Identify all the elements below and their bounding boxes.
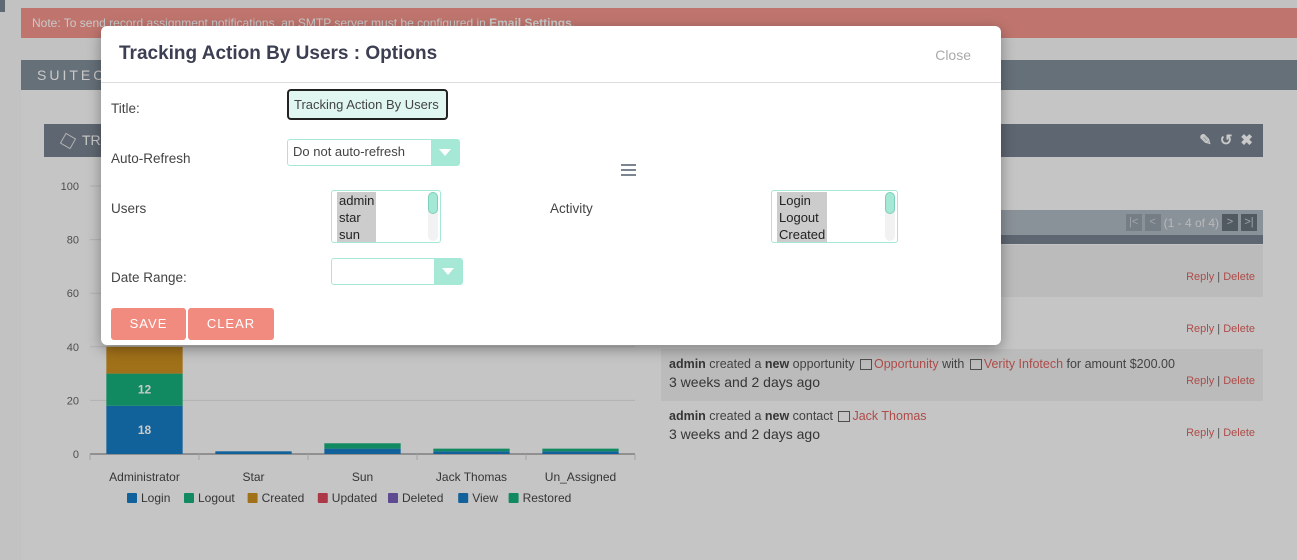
- user-option[interactable]: star: [339, 209, 374, 226]
- title-label: Title:: [111, 101, 140, 116]
- autorefresh-label: Auto-Refresh: [111, 151, 191, 166]
- activity-option[interactable]: Created: [779, 226, 825, 242]
- users-listbox[interactable]: admin star sun: [331, 190, 441, 243]
- scrollbar-thumb[interactable]: [885, 192, 895, 214]
- user-option[interactable]: sun: [339, 226, 374, 242]
- title-input[interactable]: Tracking Action By Users: [287, 89, 448, 120]
- save-button[interactable]: SAVE: [111, 308, 186, 340]
- activity-option[interactable]: Logout: [779, 209, 825, 226]
- daterange-select[interactable]: [331, 258, 463, 285]
- chevron-down-icon: [431, 140, 459, 165]
- activity-option[interactable]: Login: [779, 192, 825, 209]
- options-dialog: Tracking Action By Users : Options Close…: [101, 26, 1001, 345]
- close-button[interactable]: Close: [935, 47, 971, 63]
- dialog-title: Tracking Action By Users : Options: [119, 43, 438, 64]
- daterange-label: Date Range:: [111, 270, 187, 285]
- divider: [101, 82, 1001, 83]
- menu-icon[interactable]: [621, 164, 636, 179]
- autorefresh-select[interactable]: Do not auto-refresh: [287, 139, 460, 166]
- scrollbar-thumb[interactable]: [428, 192, 438, 214]
- user-option[interactable]: admin: [339, 192, 374, 209]
- chevron-down-icon: [434, 259, 462, 284]
- users-label: Users: [111, 201, 147, 216]
- activity-label: Activity: [550, 201, 593, 216]
- activity-listbox[interactable]: Login Logout Created: [771, 190, 898, 243]
- clear-button[interactable]: CLEAR: [188, 308, 274, 340]
